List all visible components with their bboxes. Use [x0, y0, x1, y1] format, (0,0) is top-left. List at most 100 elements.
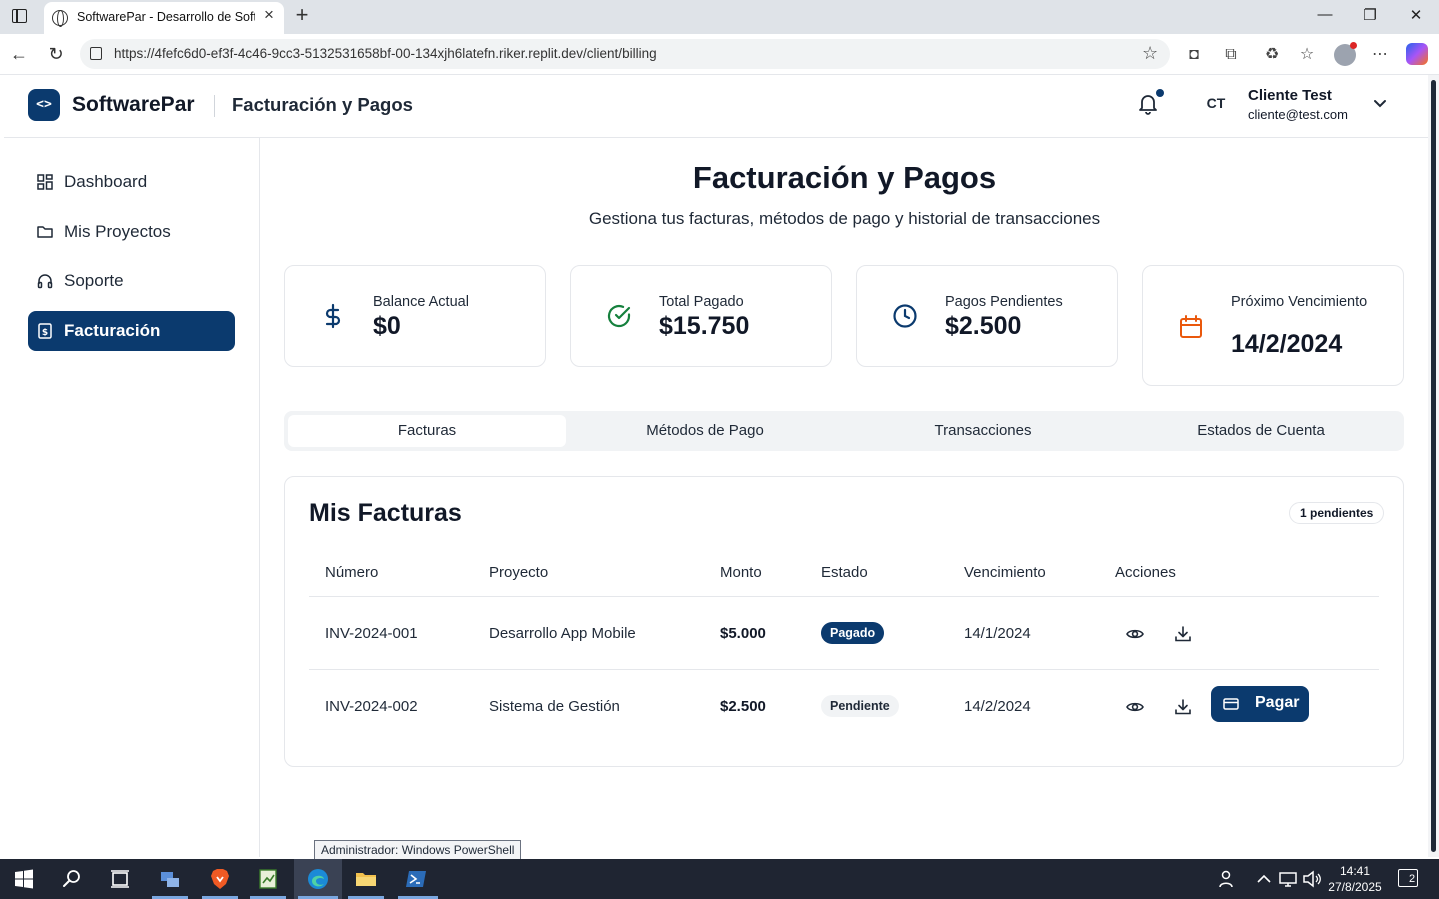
- invoice-project: Desarrollo App Mobile: [489, 625, 636, 642]
- sidebar-item-label: Mis Proyectos: [64, 222, 171, 241]
- check-circle-icon: [607, 304, 631, 328]
- profile-alert-dot: [1350, 42, 1357, 49]
- row-divider-line: [309, 669, 1379, 670]
- avatar[interactable]: CT: [1198, 95, 1234, 115]
- logo-code-icon[interactable]: <>: [28, 89, 60, 121]
- sidebar-item-mis-proyectos[interactable]: Mis Proyectos: [28, 212, 235, 252]
- invoice-project: Sistema de Gestión: [489, 698, 620, 715]
- notification-dot: [1156, 89, 1164, 97]
- stat-label: Balance Actual: [373, 294, 469, 310]
- search-icon[interactable]: [60, 867, 84, 891]
- user-email: cliente@test.com: [1248, 107, 1348, 122]
- column-header-vencimiento: Vencimiento: [964, 564, 1046, 581]
- folder-icon: [37, 226, 53, 238]
- eye-icon[interactable]: [1126, 625, 1144, 643]
- tab-actions-icon[interactable]: [12, 9, 27, 23]
- copilot-icon[interactable]: [1406, 43, 1428, 65]
- close-tab-icon[interactable]: ×: [261, 6, 277, 23]
- favorites-icon[interactable]: ☆: [1297, 45, 1317, 65]
- file-explorer-icon[interactable]: [354, 867, 378, 891]
- pending-count-badge: 1 pendientes: [1289, 502, 1385, 524]
- edge-browser-icon[interactable]: [306, 867, 330, 891]
- stat-label: Pagos Pendientes: [945, 294, 1063, 310]
- chevron-up-icon[interactable]: [1252, 867, 1276, 891]
- header-divider: [214, 95, 215, 117]
- dashboard-icon: [37, 174, 53, 190]
- tab-facturas[interactable]: Facturas: [288, 415, 566, 447]
- volume-icon[interactable]: [1300, 867, 1324, 891]
- bell-icon[interactable]: [1138, 93, 1158, 115]
- page-title: Facturación y Pagos: [692, 160, 997, 195]
- stat-card-balance: Balance Actual $0: [284, 265, 546, 367]
- task-view-icon[interactable]: [108, 867, 132, 891]
- browser-essentials-icon[interactable]: ♻: [1262, 45, 1282, 65]
- dollar-icon: [325, 303, 341, 329]
- column-header-acciones: Acciones: [1115, 564, 1176, 581]
- invoices-card: Mis Facturas 1 pendientes Número Proyect…: [284, 476, 1404, 767]
- user-name[interactable]: Cliente Test: [1248, 87, 1332, 104]
- svg-text:$: $: [42, 328, 48, 338]
- url-field[interactable]: https://4fefc6d0-ef3f-4c46-9cc3-51325316…: [80, 39, 1170, 69]
- network-app-icon[interactable]: [158, 867, 182, 891]
- taskbar-tooltip: Administrador: Windows PowerShell: [314, 840, 522, 860]
- clock-icon: [893, 304, 917, 328]
- eye-icon[interactable]: [1126, 698, 1144, 716]
- invoice-number: INV-2024-002: [325, 698, 418, 715]
- minimize-icon[interactable]: —: [1313, 6, 1337, 26]
- brand-name[interactable]: SoftwarePar: [72, 93, 195, 117]
- invoice-due-date: 14/2/2024: [964, 698, 1031, 715]
- stat-card-total-pagado: Total Pagado $15.750: [570, 265, 832, 367]
- sidebar-item-label: Soporte: [64, 271, 124, 290]
- stat-value: $15.750: [659, 312, 750, 340]
- more-menu-icon[interactable]: ⋯: [1370, 45, 1390, 65]
- calendar-icon: [1180, 315, 1202, 338]
- scrollbar-thumb[interactable]: [1431, 80, 1436, 852]
- header-page-title: Facturación y Pagos: [232, 94, 413, 115]
- brave-browser-icon[interactable]: [208, 867, 232, 891]
- back-icon[interactable]: ←: [8, 43, 30, 65]
- system-clock[interactable]: 14:41 27/8/2025: [1322, 863, 1388, 895]
- browser-tab[interactable]: SoftwarePar - Desarrollo de Software ×: [44, 2, 284, 34]
- reload-icon[interactable]: ↻: [45, 43, 67, 65]
- status-badge: Pendiente: [821, 695, 899, 717]
- stat-value: $0: [373, 312, 401, 340]
- restore-icon[interactable]: ❐: [1358, 6, 1382, 26]
- close-window-icon[interactable]: ✕: [1404, 6, 1428, 26]
- tab-transacciones[interactable]: Transacciones: [844, 415, 1122, 447]
- billing-tabs: Facturas Métodos de Pago Transacciones E…: [284, 411, 1404, 451]
- tab-title: SoftwarePar - Desarrollo de Software: [77, 10, 255, 24]
- invoice-due-date: 14/1/2024: [964, 625, 1031, 642]
- favorite-star-icon[interactable]: ☆: [1142, 43, 1158, 64]
- credit-card-icon: [1223, 698, 1239, 710]
- sidebar-item-label: Facturación: [64, 321, 161, 340]
- sidebar-item-dashboard[interactable]: Dashboard: [28, 162, 235, 202]
- camera-icon[interactable]: ◘: [1184, 45, 1204, 65]
- new-tab-icon[interactable]: +: [290, 4, 314, 28]
- windows-taskbar: 14:41 27/8/2025: [0, 859, 1439, 899]
- notepad-chart-icon[interactable]: [256, 867, 280, 891]
- extensions-icon[interactable]: ⧉: [1221, 45, 1241, 65]
- tab-estados-de-cuenta[interactable]: Estados de Cuenta: [1122, 415, 1400, 447]
- network-icon[interactable]: [1276, 867, 1300, 891]
- clock-time: 14:41: [1339, 864, 1371, 878]
- url-text: https://4fefc6d0-ef3f-4c46-9cc3-51325316…: [114, 46, 657, 61]
- status-badge: Pagado: [821, 622, 885, 644]
- chevron-down-icon[interactable]: [1372, 95, 1388, 111]
- download-icon[interactable]: [1174, 698, 1192, 716]
- sidebar-item-facturacion[interactable]: $ Facturación: [28, 311, 235, 351]
- browser-tab-strip: SoftwarePar - Desarrollo de Software × +…: [0, 0, 1439, 34]
- clock-date: 27/8/2025: [1328, 880, 1382, 894]
- invoice-amount: $5.000: [720, 625, 766, 642]
- stat-label: Próximo Vencimiento: [1231, 294, 1368, 310]
- windows-start-icon[interactable]: [12, 867, 36, 891]
- powershell-icon[interactable]: [404, 867, 428, 891]
- pay-button[interactable]: Pagar: [1211, 686, 1309, 722]
- column-header-monto: Monto: [720, 564, 762, 581]
- sidebar-item-soporte[interactable]: Soporte: [28, 261, 235, 301]
- lock-icon: [90, 47, 102, 60]
- app-header: <> SoftwarePar Facturación y Pagos CT Cl…: [4, 75, 1428, 138]
- tab-metodos-de-pago[interactable]: Métodos de Pago: [566, 415, 844, 447]
- download-icon[interactable]: [1174, 625, 1192, 643]
- people-icon[interactable]: [1216, 867, 1240, 891]
- notification-count: 2: [1408, 873, 1416, 885]
